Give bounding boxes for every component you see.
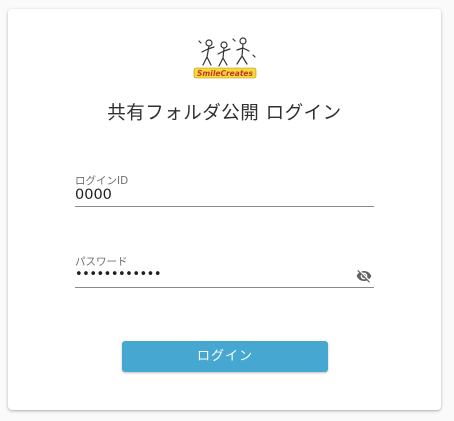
logo-text: SmileCreates	[197, 69, 253, 78]
login-button[interactable]: ログイン	[122, 341, 328, 372]
password-field[interactable]: パスワード ••••••••••••	[75, 254, 374, 288]
login-id-field[interactable]: ログインID 0000	[75, 173, 374, 207]
login-card: SmileCreates 共有フォルダ公開 ログイン ログインID 0000 パ…	[8, 9, 441, 410]
page-title: 共有フォルダ公開 ログイン	[107, 103, 342, 124]
login-id-input[interactable]: 0000	[75, 187, 335, 203]
password-input[interactable]: ••••••••••••	[75, 267, 335, 282]
company-logo: SmileCreates	[193, 37, 257, 79]
login-id-label: ログインID	[75, 175, 129, 187]
eye-off-icon[interactable]	[354, 268, 374, 284]
